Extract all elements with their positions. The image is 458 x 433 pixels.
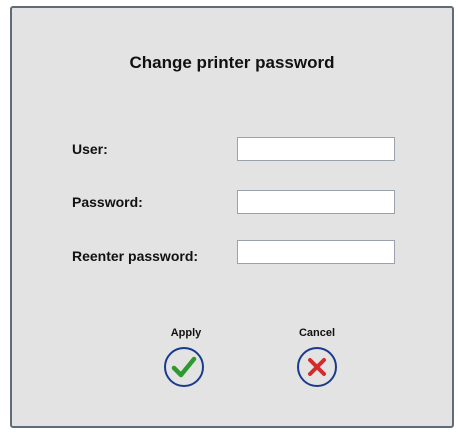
cancel-button[interactable] — [297, 347, 337, 387]
x-icon — [308, 358, 326, 376]
check-icon — [171, 356, 197, 378]
password-input[interactable] — [237, 190, 395, 214]
user-label: User: — [72, 141, 108, 157]
user-input[interactable] — [237, 137, 395, 161]
reenter-password-input[interactable] — [237, 240, 395, 264]
change-password-dialog: Change printer password User: Password: … — [10, 6, 454, 428]
dialog-title: Change printer password — [129, 53, 335, 72]
apply-button[interactable] — [164, 347, 204, 387]
cancel-label: Cancel — [298, 327, 336, 339]
apply-label: Apply — [170, 327, 202, 339]
reenter-password-label: Reenter password: — [72, 248, 199, 264]
password-label: Password: — [72, 194, 143, 210]
